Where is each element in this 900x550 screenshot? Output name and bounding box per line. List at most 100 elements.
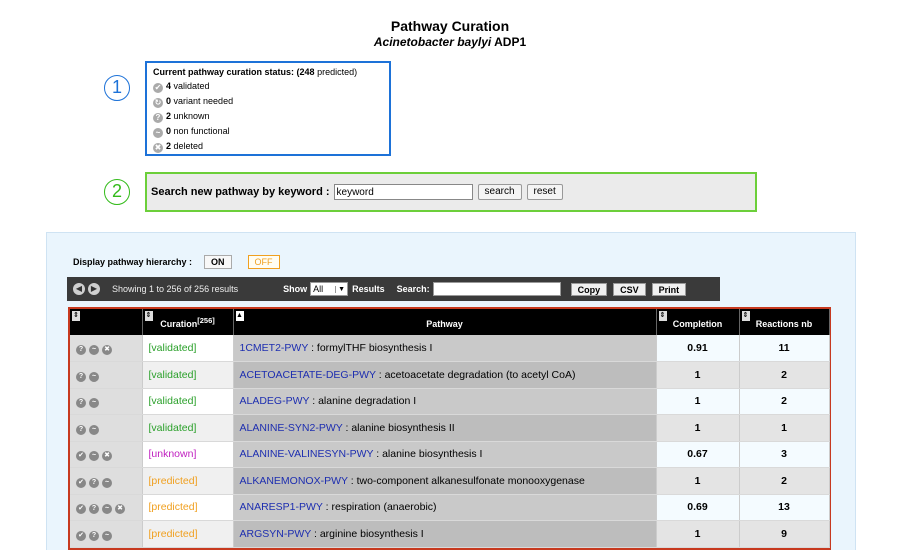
status-label: non functional	[173, 126, 230, 136]
pathway-name: : alanine biosynthesis II	[342, 421, 455, 434]
status-label: validated	[173, 81, 210, 91]
variant-icon: ↻	[153, 98, 163, 108]
reactions-column-header[interactable]: ⇕ Reactions nb	[739, 309, 830, 335]
table-header-row: ⇕ ⇕ Curation[256] ▲ Pathway ⇕ Completion ⇕ R…	[70, 309, 830, 335]
tilde-icon[interactable]: ~	[102, 530, 112, 541]
row-actions: ? ~ ✖	[70, 335, 143, 362]
chevron-down-icon: ▼	[335, 285, 347, 293]
table-row: ✔ ~ ✖ [unknown] ALANINE-VALINESYN-PWY : alan…	[70, 441, 830, 468]
pathway-cell: ARGSYN-PWY : arginine biosynthesis I	[233, 520, 657, 548]
organism-strain: ADP1	[494, 35, 527, 49]
sort-icon: ⇕	[144, 311, 153, 321]
question-icon[interactable]: ?	[76, 345, 86, 355]
pathway-cell: ANARESP1-PWY : respiration (anaerobic)	[233, 494, 657, 521]
pathway-id-link[interactable]: ALANINE-VALINESYN-PWY	[240, 448, 374, 460]
search-button[interactable]: search	[477, 184, 522, 200]
curation-status: [validated]	[142, 388, 234, 415]
pathway-cell: ACETOACETATE-DEG-PWY : acetoacetate degr…	[233, 361, 657, 389]
actions-column-header[interactable]: ⇕	[70, 309, 143, 335]
organism-subtitle: Acinetobacter baylyi ADP1	[0, 35, 900, 49]
hierarchy-label: Display pathway hierarchy :	[73, 257, 193, 267]
table-row: ✔? ~ ✖ [predicted] ANARESP1-PWY : respiratio…	[70, 494, 830, 521]
hierarchy-on-button[interactable]: ON	[204, 255, 232, 269]
sort-icon: ⇕	[741, 311, 750, 321]
curation-status: [predicted]	[142, 467, 234, 495]
keyword-search-input[interactable]	[333, 184, 473, 200]
tilde-icon[interactable]: ~	[89, 371, 99, 382]
status-item-validated: ✔ 4 validated	[153, 79, 383, 94]
status-label: unknown	[173, 111, 210, 121]
pathway-name: : alanine degradation I	[309, 395, 417, 408]
tilde-icon[interactable]: ~	[102, 477, 112, 488]
cross-icon[interactable]: ✖	[102, 345, 112, 355]
question-icon[interactable]: ?	[89, 477, 99, 488]
reactions-count: 13	[739, 494, 830, 521]
reactions-count: 3	[739, 441, 830, 468]
status-title: Current pathway curation status: (248 pr…	[153, 67, 358, 77]
tilde-icon[interactable]: ~	[89, 451, 99, 462]
status-item-unknown: ? 2 unknown	[153, 109, 383, 124]
cross-icon[interactable]: ✖	[115, 504, 125, 515]
pathway-column-header[interactable]: ▲ Pathway	[233, 309, 657, 335]
pathway-cell: ALKANEMONOX-PWY : two-component alkanesu…	[233, 467, 657, 495]
pathway-id-link[interactable]: ANARESP1-PWY	[240, 501, 323, 513]
pathway-id-link[interactable]: ACETOACETATE-DEG-PWY	[240, 369, 376, 381]
question-icon[interactable]: ?	[89, 504, 99, 515]
tilde-icon[interactable]: ~	[89, 398, 99, 409]
table-search-input[interactable]	[432, 282, 561, 296]
completion-value: 1	[656, 414, 740, 442]
reset-button[interactable]: reset	[526, 184, 563, 200]
table-search-label: Search:	[396, 284, 430, 294]
reactions-count: 9	[739, 520, 830, 548]
pathway-id-link[interactable]: ALADEG-PWY	[240, 395, 310, 407]
completion-value: 1	[656, 388, 740, 415]
row-actions: ? ~	[70, 361, 143, 389]
pathway-name: : respiration (anaerobic)	[322, 501, 437, 514]
row-actions: ? ~	[70, 388, 143, 415]
check-icon[interactable]: ✔	[76, 504, 86, 515]
pathway-cell: ALANINE-SYN2-PWY : alanine biosynthesis …	[233, 414, 657, 442]
curation-status-box: Current pathway curation status: (248 pr…	[145, 61, 391, 156]
pathway-id-link[interactable]: ALANINE-SYN2-PWY	[240, 422, 343, 434]
row-actions: ✔? ~	[70, 520, 143, 548]
pathway-id-link[interactable]: ARGSYN-PWY	[240, 528, 312, 540]
page-length-select[interactable]: All ▼	[310, 282, 349, 296]
pathway-name: : arginine biosynthesis I	[311, 527, 424, 540]
check-icon[interactable]: ✔	[76, 477, 86, 488]
curation-column-header[interactable]: ⇕ Curation[256]	[142, 309, 234, 335]
check-icon[interactable]: ✔	[76, 451, 86, 462]
next-page-icon[interactable]: ▶	[88, 283, 100, 295]
status-count: 2	[166, 141, 172, 151]
pathway-cell: 1CMET2-PWY : formylTHF biosynthesis I	[233, 335, 657, 362]
question-icon[interactable]: ?	[76, 424, 86, 435]
cross-icon[interactable]: ✖	[102, 451, 112, 462]
reactions-count: 1	[739, 414, 830, 442]
question-icon[interactable]: ?	[76, 371, 86, 382]
hierarchy-off-button[interactable]: OFF	[247, 255, 280, 269]
results-info: Showing 1 to 256 of 256 results	[112, 284, 239, 294]
table-row: ✔? ~ [predicted] ARGSYN-PWY : arginine bios…	[70, 520, 830, 548]
csv-button[interactable]: CSV	[613, 282, 646, 296]
check-icon[interactable]: ✔	[76, 530, 86, 541]
tilde-icon[interactable]: ~	[102, 504, 112, 515]
question-icon[interactable]: ?	[89, 530, 99, 541]
organism-species: Acinetobacter baylyi	[373, 35, 492, 49]
hierarchy-toggle-row: Display pathway hierarchy : ON OFF	[73, 255, 280, 269]
pathway-id-link[interactable]: 1CMET2-PWY	[240, 342, 309, 354]
previous-page-icon[interactable]: ◀	[73, 283, 85, 295]
completion-value: 0.67	[656, 441, 740, 468]
curation-status: [validated]	[142, 335, 234, 362]
completion-column-header[interactable]: ⇕ Completion	[656, 309, 740, 335]
tilde-icon[interactable]: ~	[89, 424, 99, 435]
question-icon[interactable]: ?	[76, 398, 86, 409]
copy-button[interactable]: Copy	[570, 282, 608, 296]
completion-value: 1	[656, 467, 740, 495]
cross-icon: ✖	[153, 143, 163, 153]
print-button[interactable]: Print	[651, 282, 687, 296]
callout-marker-1: 1	[104, 75, 130, 101]
pathway-cell: ALADEG-PWY : alanine degradation I	[233, 388, 657, 415]
pathway-id-link[interactable]: ALKANEMONOX-PWY	[240, 475, 348, 487]
check-icon: ✔	[153, 83, 163, 93]
show-label: Show	[283, 284, 308, 294]
tilde-icon[interactable]: ~	[89, 345, 99, 355]
